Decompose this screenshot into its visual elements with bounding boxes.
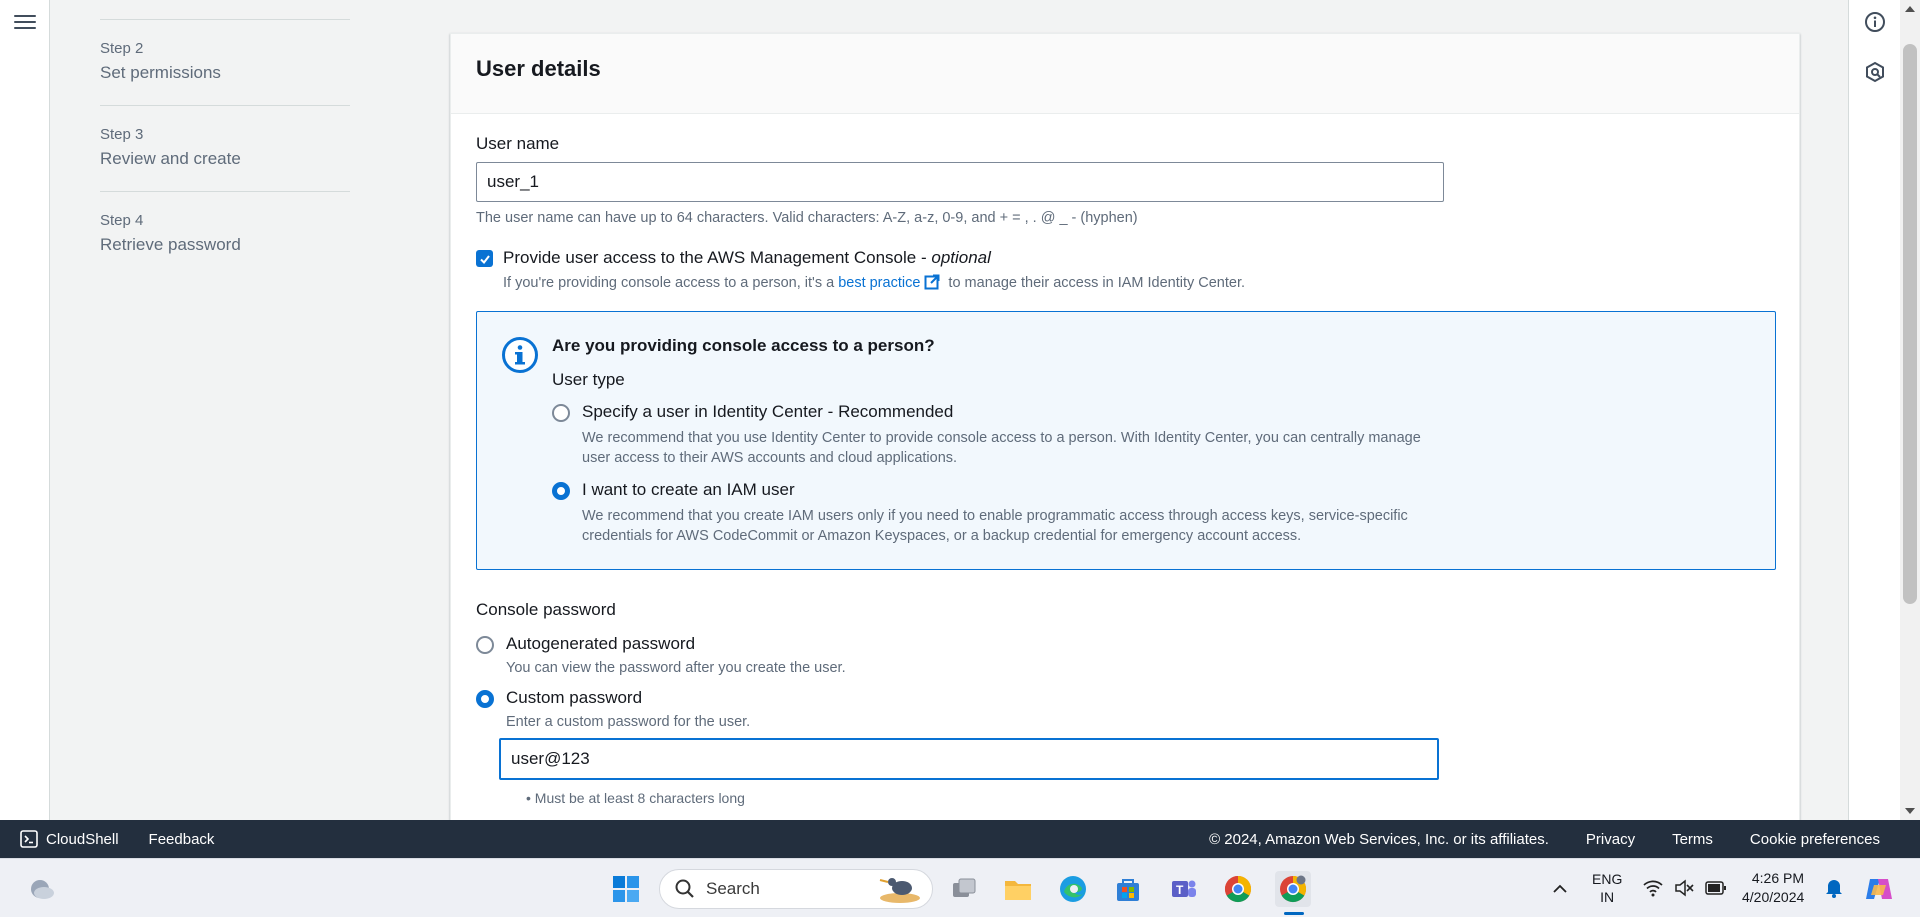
- hexagon-settings-icon[interactable]: [1864, 61, 1886, 83]
- step-label: Retrieve password: [100, 235, 241, 254]
- option-title: Autogenerated password: [506, 634, 696, 653]
- step-number: Step 4: [100, 212, 144, 229]
- battery-icon[interactable]: [1705, 880, 1727, 896]
- option-title: I want to create an IAM user: [582, 480, 795, 499]
- step-number: Step 3: [100, 126, 144, 143]
- option-description: We recommend that you create IAM users o…: [582, 508, 1408, 544]
- custom-password-option[interactable]: Custom password Enter a custom password …: [476, 688, 1774, 730]
- user-name-label: User name: [476, 134, 560, 153]
- search-highlight-bird-icon: [879, 878, 920, 903]
- task-view-icon[interactable]: [946, 871, 982, 907]
- weather-widget-icon[interactable]: [24, 871, 60, 907]
- info-circle-icon[interactable]: [1864, 11, 1886, 33]
- step-2[interactable]: Step 2 Set permissions: [100, 20, 350, 106]
- step-label: Review and create: [100, 149, 241, 168]
- language-indicator[interactable]: ENG IN: [1592, 870, 1622, 906]
- password-rule: • Must be at least 8 characters long: [526, 790, 745, 806]
- custom-password-input[interactable]: [499, 738, 1439, 780]
- step-label: Set permissions: [100, 63, 221, 82]
- chevron-up-icon[interactable]: [1552, 881, 1568, 897]
- system-clock[interactable]: 4:26 PM 4/20/2024: [1742, 869, 1804, 907]
- step-number: Step 2: [100, 40, 144, 57]
- identity-center-radio[interactable]: [552, 404, 570, 422]
- step-3[interactable]: Step 3 Review and create: [100, 106, 350, 192]
- card-header: User details: [451, 34, 1799, 114]
- scroll-down-arrow-icon[interactable]: [1905, 808, 1915, 814]
- step-4[interactable]: Step 4 Retrieve password: [100, 192, 350, 277]
- option-title: Custom password: [506, 688, 643, 707]
- scrollbar-thumb[interactable]: [1903, 44, 1917, 604]
- right-utility-rail: [1848, 0, 1900, 820]
- card-title: User details: [476, 56, 601, 81]
- console-password-label: Console password: [476, 600, 616, 619]
- active-app-indicator: [1284, 912, 1304, 915]
- autogenerated-password-radio[interactable]: [476, 636, 494, 654]
- user-type-option-iam-user[interactable]: I want to create an IAM user We recommen…: [552, 480, 1750, 546]
- page-scrollbar[interactable]: [1900, 0, 1920, 820]
- cloudshell-icon[interactable]: [20, 830, 38, 848]
- file-explorer-icon[interactable]: [1000, 871, 1036, 907]
- search-placeholder: Search: [706, 879, 760, 898]
- left-navigation-rail: [0, 0, 50, 820]
- cloudshell-button[interactable]: CloudShell: [46, 831, 119, 848]
- wifi-icon[interactable]: [1643, 879, 1663, 897]
- privacy-link[interactable]: Privacy: [1586, 831, 1635, 848]
- chrome-icon[interactable]: [1220, 871, 1256, 907]
- scroll-up-arrow-icon[interactable]: [1905, 6, 1915, 12]
- external-link-icon[interactable]: [924, 274, 940, 290]
- card-body: User name The user name can have up to 6…: [451, 114, 1799, 826]
- notification-bell-icon[interactable]: [1825, 878, 1843, 898]
- user-name-input[interactable]: [476, 162, 1444, 202]
- chrome-profile-active-icon[interactable]: [1275, 871, 1311, 907]
- user-type-option-identity-center[interactable]: Specify a user in Identity Center - Reco…: [552, 402, 1750, 468]
- windows-start-icon[interactable]: [608, 871, 644, 907]
- user-type-label: User type: [552, 370, 625, 389]
- console-access-row: Provide user access to the AWS Managemen…: [476, 248, 1774, 268]
- console-access-description: If you're providing console access to a …: [503, 274, 1246, 291]
- iam-user-radio[interactable]: [552, 482, 570, 500]
- feedback-button[interactable]: Feedback: [149, 831, 215, 848]
- info-box-title: Are you providing console access to a pe…: [552, 336, 935, 355]
- best-practice-link[interactable]: best practice: [838, 275, 920, 291]
- option-title: Specify a user in Identity Center - Reco…: [582, 402, 954, 421]
- custom-password-radio[interactable]: [476, 690, 494, 708]
- option-description: Enter a custom password for the user.: [506, 714, 751, 730]
- cookie-preferences-link[interactable]: Cookie preferences: [1750, 831, 1880, 848]
- search-icon: [675, 879, 694, 898]
- teams-icon[interactable]: T: [1165, 871, 1201, 907]
- edge-browser-icon[interactable]: [1055, 871, 1091, 907]
- console-access-label[interactable]: Provide user access to the AWS Managemen…: [503, 248, 991, 268]
- copilot-icon[interactable]: [1864, 875, 1894, 903]
- console-access-checkbox[interactable]: [476, 250, 493, 267]
- taskbar-search-box[interactable]: Search: [659, 869, 933, 909]
- option-description: You can view the password after you crea…: [506, 660, 846, 676]
- console-access-info-box: Are you providing console access to a pe…: [476, 311, 1776, 570]
- volume-muted-icon[interactable]: [1674, 879, 1694, 897]
- windows-taskbar: Search T ENG IN 4:26 PM 4/20/2024: [0, 858, 1920, 917]
- option-description: We recommend that you use Identity Cente…: [582, 430, 1421, 466]
- user-details-card: User details User name The user name can…: [450, 33, 1800, 833]
- svg-text:T: T: [1176, 883, 1184, 897]
- terms-link[interactable]: Terms: [1672, 831, 1713, 848]
- info-icon: [502, 337, 538, 373]
- wizard-steps: Step 2 Set permissions Step 3 Review and…: [100, 0, 350, 277]
- hamburger-menu-icon[interactable]: [14, 12, 36, 32]
- checkmark-icon: [479, 254, 490, 264]
- user-name-hint: The user name can have up to 64 characte…: [476, 210, 1138, 226]
- autogenerated-password-option[interactable]: Autogenerated password You can view the …: [476, 634, 1774, 676]
- console-footer: CloudShell Feedback © 2024, Amazon Web S…: [0, 820, 1920, 858]
- microsoft-store-icon[interactable]: [1110, 871, 1146, 907]
- copyright-text: © 2024, Amazon Web Services, Inc. or its…: [1209, 830, 1549, 848]
